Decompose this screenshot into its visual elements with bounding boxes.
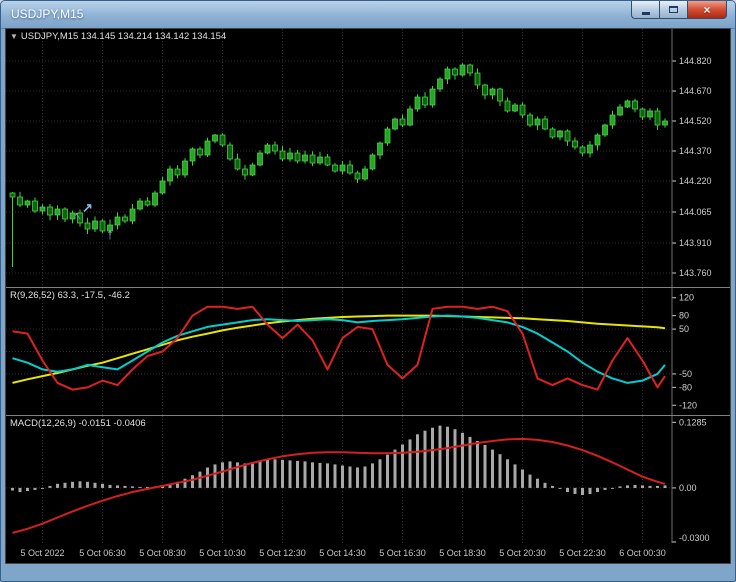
ohlc-readout: USDJPY,M15 134.145 134.214 134.142 134.1…	[20, 31, 227, 42]
time-label: 5 Oct 08:30	[139, 548, 186, 558]
symbol-dropdown-icon[interactable]: ▼	[10, 32, 18, 41]
macd-label: MACD(12,26,9) -0.0151 -0.0406	[10, 418, 146, 429]
svg-text:0.1285: 0.1285	[679, 417, 707, 427]
time-label: 6 Oct 00:30	[619, 548, 666, 558]
main-chart-panel[interactable]: 144.820 144.670 144.520 144.370 144.220 144.0…	[6, 29, 730, 287]
svg-text:144.065: 144.065	[679, 207, 712, 217]
close-icon: ×	[703, 2, 711, 17]
time-label: 5 Oct 18:30	[439, 548, 486, 558]
r-indicator-panel[interactable]: 120 80 50 -50 -80 -120 R(9,26,52) 63.3, -17.5…	[6, 288, 730, 415]
r-slow-line	[12, 314, 666, 384]
svg-text:143.760: 143.760	[679, 268, 712, 278]
r-indicator-label: R(9,26,52) 63.3, -17.5, -46.2	[10, 290, 130, 301]
minimize-button[interactable]	[631, 1, 659, 19]
minimize-icon	[641, 12, 650, 15]
svg-text:144.520: 144.520	[679, 116, 712, 126]
window-titlebar[interactable]: USDJPY,M15 ×	[1, 1, 735, 29]
time-axis[interactable]: 5 Oct 2022 5 Oct 06:30 5 Oct 08:30 5 Oct 10…	[6, 543, 730, 565]
svg-text:144.370: 144.370	[679, 146, 712, 156]
svg-text:144.670: 144.670	[679, 86, 712, 96]
svg-text:-50: -50	[679, 369, 692, 379]
svg-text:120: 120	[679, 293, 694, 303]
time-label: 5 Oct 12:30	[259, 548, 306, 558]
chart-area: 144.820 144.670 144.520 144.370 144.220 144.0…	[5, 28, 731, 564]
close-button[interactable]: ×	[687, 1, 727, 19]
svg-text:144.820: 144.820	[679, 56, 712, 66]
buy-arrow-icon: ↑	[106, 226, 114, 243]
window-controls: ×	[631, 1, 727, 19]
svg-text:50: 50	[679, 324, 689, 334]
window-resize-border[interactable]	[1, 565, 735, 581]
svg-text:-120: -120	[679, 400, 697, 410]
macd-canvas[interactable]: 0.1285 0.00 -0.0300	[6, 416, 730, 543]
metatrader-window: USDJPY,M15 × 144.820 144.670 144.520 144.37…	[0, 0, 736, 582]
main-chart-label: ▼ USDJPY,M15 134.145 134.214 134.142 134.…	[10, 31, 226, 42]
time-label: 5 Oct 14:30	[319, 548, 366, 558]
r-mid-line	[12, 314, 666, 384]
macd-histogram	[11, 425, 667, 495]
svg-text:0.00: 0.00	[679, 483, 697, 493]
time-label: 5 Oct 16:30	[379, 548, 426, 558]
svg-text:-0.0300: -0.0300	[679, 533, 710, 543]
maximize-icon	[669, 6, 678, 13]
svg-text:80: 80	[679, 311, 689, 321]
time-label: 5 Oct 06:30	[79, 548, 126, 558]
svg-text:-80: -80	[679, 382, 692, 392]
svg-text:144.220: 144.220	[679, 176, 712, 186]
main-chart-canvas[interactable]: 144.820 144.670 144.520 144.370 144.220 144.0…	[6, 29, 730, 287]
window-title: USDJPY,M15	[11, 7, 84, 21]
maximize-button[interactable]	[659, 1, 687, 19]
time-label: 5 Oct 2022	[20, 548, 65, 558]
time-label: 5 Oct 22:30	[559, 548, 606, 558]
time-label: 5 Oct 10:30	[199, 548, 246, 558]
svg-text:143.910: 143.910	[679, 238, 712, 248]
macd-panel[interactable]: 0.1285 0.00 -0.0300 MACD(12,26,9) -0.0151 …	[6, 416, 730, 543]
time-label: 5 Oct 20:30	[499, 548, 546, 558]
r-indicator-canvas[interactable]: 120 80 50 -50 -80 -120	[6, 288, 730, 415]
buy-arrow-icon: ↗	[82, 200, 93, 215]
